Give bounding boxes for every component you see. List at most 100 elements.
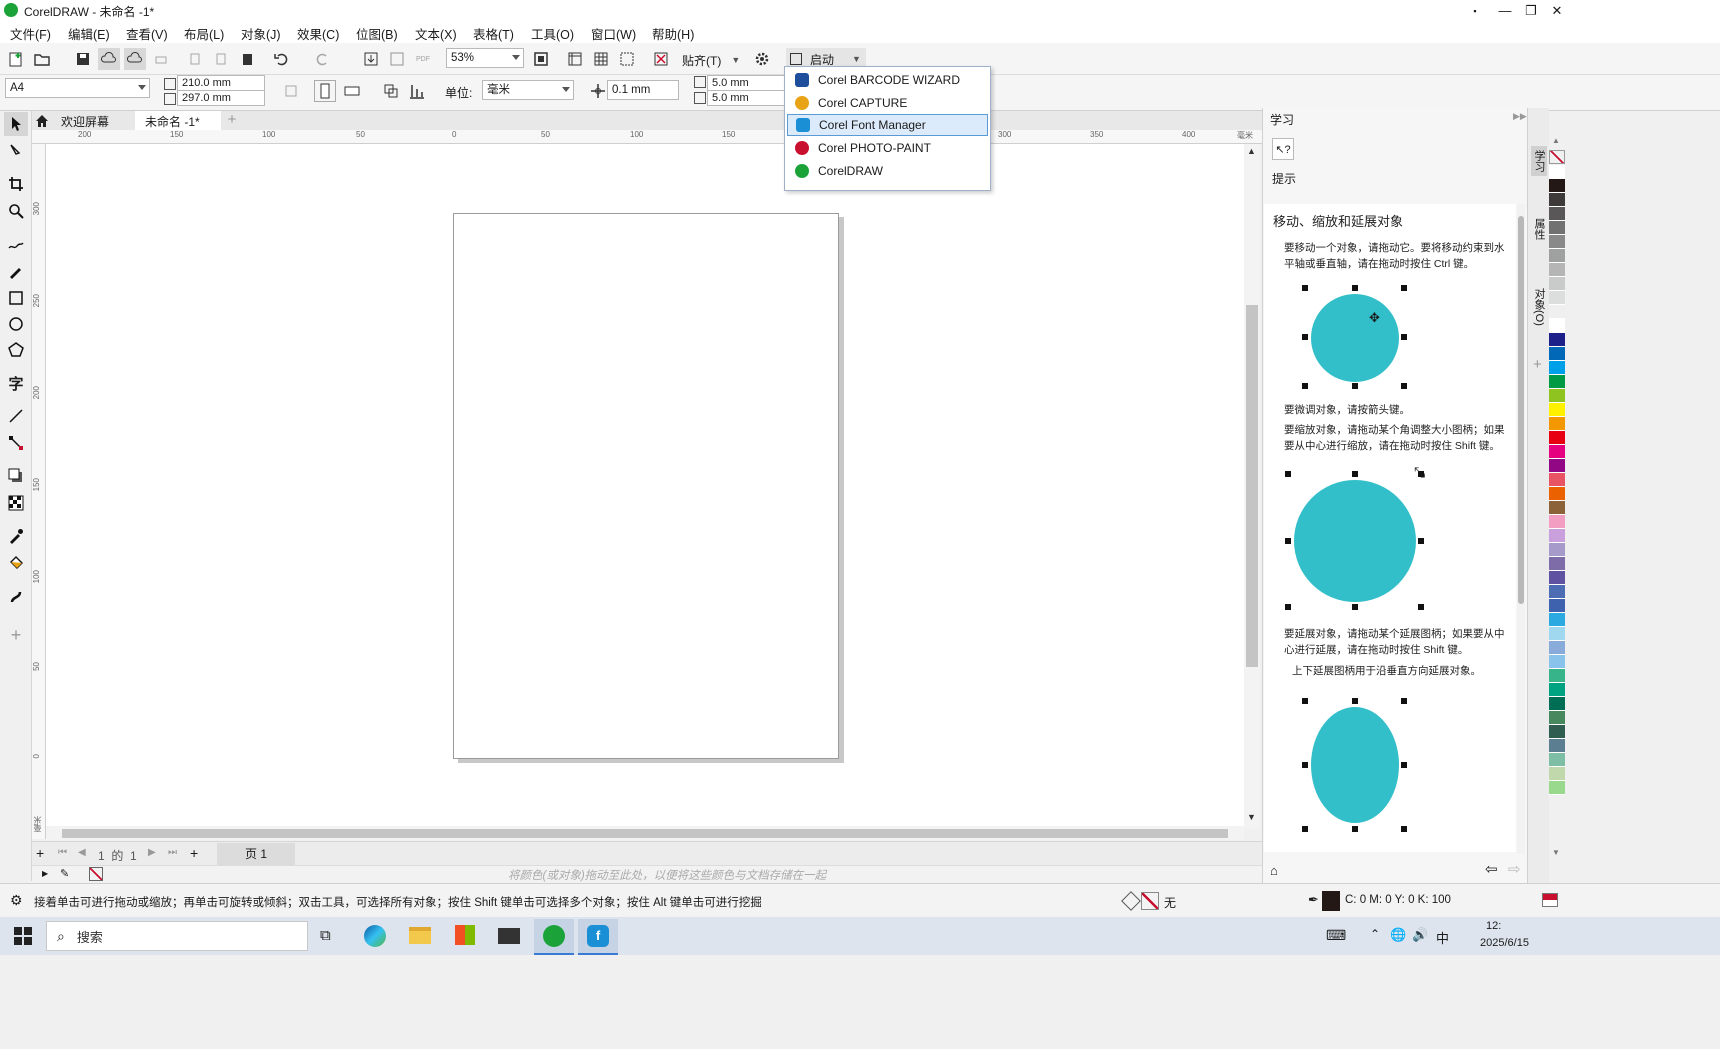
no-fill-swatch[interactable] <box>1549 150 1565 164</box>
hints-icon[interactable]: ↖? <box>1272 138 1294 160</box>
palette-swatch[interactable] <box>1549 375 1565 389</box>
grid-icon[interactable] <box>590 48 612 70</box>
paste-icon[interactable] <box>237 48 259 70</box>
palette-swatch[interactable] <box>1549 403 1565 417</box>
palette-swatch[interactable] <box>1549 613 1565 627</box>
scroll-down-icon[interactable]: ▼ <box>1247 812 1256 822</box>
align-bottom-icon[interactable] <box>406 80 428 102</box>
palette-swatch[interactable] <box>1549 515 1565 529</box>
palette-swatch[interactable] <box>1549 557 1565 571</box>
palette-swatch[interactable] <box>1549 739 1565 753</box>
add-docker-icon[interactable]: + <box>1533 356 1542 373</box>
palette-swatch[interactable] <box>1549 319 1565 333</box>
tab-document[interactable]: 未命名 -1* <box>135 111 221 130</box>
palette-swatch[interactable] <box>1549 193 1565 207</box>
menu-bitmaps[interactable]: 位图(B) <box>356 24 398 43</box>
smart-fill-tool-icon[interactable] <box>4 584 28 608</box>
clock-time[interactable]: 12: <box>1486 920 1501 932</box>
palette-swatch[interactable] <box>1549 487 1565 501</box>
duplicate-y-input[interactable]: 5.0 mm <box>707 90 785 106</box>
clock-date[interactable]: 2025/6/15 <box>1480 937 1529 949</box>
palette-swatch[interactable] <box>1549 781 1565 795</box>
minimize-button[interactable]: — <box>1492 0 1518 21</box>
document-page[interactable] <box>453 213 839 759</box>
docker-expand-icon[interactable]: ▶▶ <box>1513 111 1527 122</box>
back-arrow-icon[interactable]: ⇦ <box>1485 860 1498 878</box>
cloud-upload-icon[interactable] <box>124 48 146 70</box>
taskbar-search-box[interactable]: ⌕ 搜索 <box>46 921 308 951</box>
palette-swatch[interactable] <box>1549 641 1565 655</box>
menu-file[interactable]: 文件(F) <box>10 24 51 43</box>
page-size-combo[interactable]: A4 <box>5 78 150 98</box>
palette-swatch[interactable] <box>1549 361 1565 375</box>
palette-swatch[interactable] <box>1549 389 1565 403</box>
palette-swatch[interactable] <box>1549 529 1565 543</box>
font-manager-taskbar-icon[interactable]: f <box>578 919 618 955</box>
palette-swatch[interactable] <box>1549 753 1565 767</box>
home-icon[interactable] <box>32 111 51 130</box>
zoom-to-page-icon[interactable] <box>530 48 552 70</box>
artistic-media-tool-icon[interactable] <box>4 259 28 283</box>
menu-table[interactable]: 表格(T) <box>473 24 514 43</box>
zoom-tool-icon[interactable] <box>4 199 28 223</box>
launch-item-font-manager[interactable]: Corel Font Manager <box>787 114 988 136</box>
add-page-icon[interactable]: + <box>36 845 44 861</box>
polygon-tool-icon[interactable] <box>4 338 28 362</box>
snap-to-dropdown[interactable]: 贴齐(T) ▼ <box>682 51 740 69</box>
eyedropper-tool-icon[interactable] <box>4 524 28 548</box>
prev-page-icon[interactable]: ◀ <box>78 847 86 858</box>
page-layout-icon[interactable] <box>380 80 402 102</box>
cloud-download-icon[interactable] <box>98 48 120 70</box>
palette-swatch[interactable] <box>1549 501 1565 515</box>
keyboard-icon[interactable]: ⌨ <box>1326 927 1346 944</box>
units-combo[interactable]: 毫米 <box>482 80 574 100</box>
rulers-icon[interactable] <box>564 48 586 70</box>
copy-icon[interactable] <box>211 48 233 70</box>
shape-tool-icon[interactable] <box>4 139 28 163</box>
palette-swatch[interactable] <box>1549 725 1565 739</box>
undo-icon[interactable] <box>271 48 293 70</box>
dock-tab-learn[interactable]: 学习 <box>1531 146 1547 176</box>
learn-scroll-thumb[interactable] <box>1518 216 1524 604</box>
menu-object[interactable]: 对象(J) <box>241 24 281 43</box>
close-button[interactable]: ✕ <box>1544 0 1570 21</box>
palette-swatch[interactable] <box>1549 221 1565 235</box>
import-icon[interactable] <box>360 48 382 70</box>
next-page-icon[interactable]: ▶ <box>148 847 156 858</box>
menu-effects[interactable]: 效果(C) <box>297 24 339 43</box>
file-explorer-icon[interactable] <box>409 927 431 944</box>
palette-swatch[interactable] <box>1549 543 1565 557</box>
vertical-scroll-thumb[interactable] <box>1246 305 1258 667</box>
connector-tool-icon[interactable] <box>4 431 28 455</box>
portrait-icon[interactable] <box>314 80 336 102</box>
palette-swatch[interactable] <box>1549 249 1565 263</box>
palette-swatch[interactable] <box>1549 445 1565 459</box>
home-outline-icon[interactable]: ⌂ <box>1270 863 1278 878</box>
palette-swatch[interactable] <box>1549 585 1565 599</box>
windows-start-icon[interactable] <box>14 927 32 945</box>
palette-swatch[interactable] <box>1549 305 1565 319</box>
launch-item-coreldraw[interactable]: CorelDRAW <box>787 160 988 182</box>
maximize-button[interactable]: ❐ <box>1518 0 1544 21</box>
snap-off-icon[interactable] <box>650 48 672 70</box>
eyedropper-icon[interactable]: ✎ <box>60 867 69 880</box>
palette-swatch[interactable] <box>1549 417 1565 431</box>
palette-scroll-up-icon[interactable]: ▲ <box>1552 136 1560 145</box>
palette-swatch[interactable] <box>1549 697 1565 711</box>
network-icon[interactable]: 🌐 <box>1390 927 1406 943</box>
palette-swatch[interactable] <box>1549 165 1565 179</box>
parallel-dimension-tool-icon[interactable] <box>4 404 28 428</box>
freehand-tool-icon[interactable] <box>4 232 28 256</box>
palette-swatch[interactable] <box>1549 277 1565 291</box>
nudge-distance-input[interactable]: 0.1 mm <box>607 80 679 100</box>
restore-small-icon[interactable]: ▪ <box>1462 0 1488 21</box>
pdf-icon[interactable]: PDF <box>412 48 434 70</box>
ellipse-tool-icon[interactable] <box>4 312 28 336</box>
export-icon[interactable] <box>386 48 408 70</box>
page-tab[interactable]: 页 1 <box>217 843 295 865</box>
launch-item-capture[interactable]: Corel CAPTURE <box>787 92 988 114</box>
redo-icon[interactable] <box>311 48 333 70</box>
tray-expand-icon[interactable]: ▶ <box>42 869 48 878</box>
ime-indicator[interactable]: 中 <box>1436 928 1449 947</box>
edge-icon[interactable] <box>364 925 386 947</box>
